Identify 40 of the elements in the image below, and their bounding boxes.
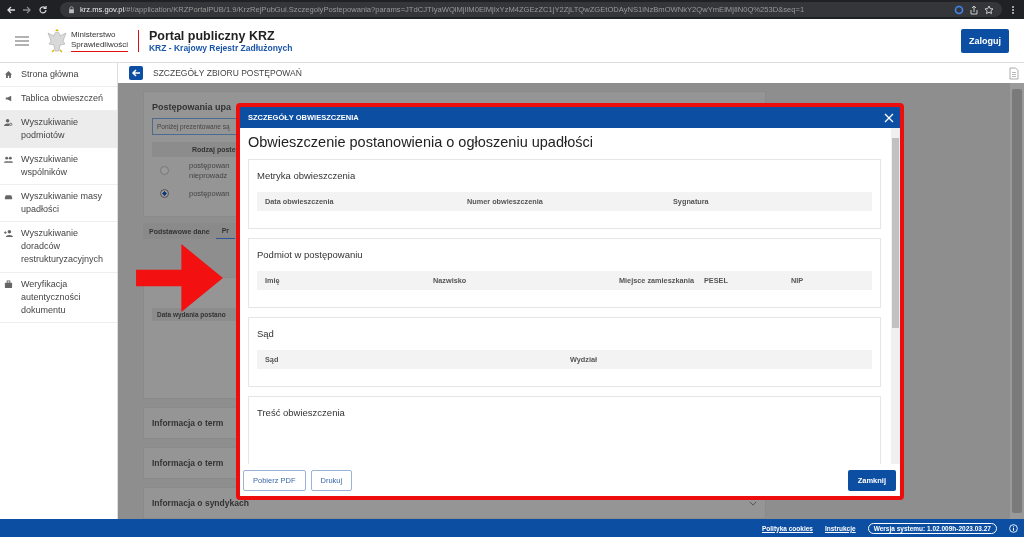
sidebar-icon: [4, 118, 13, 128]
sidebar-icon: [4, 70, 13, 79]
back-icon[interactable]: [6, 4, 16, 15]
section-title: Podmiot w postępowaniu: [257, 249, 364, 260]
sidebar-icon: [4, 155, 13, 165]
close-icon[interactable]: [884, 112, 894, 123]
dialog-title: Obwieszczenie postanowienia o ogłoszeniu upadłości: [248, 134, 594, 150]
login-button[interactable]: Zaloguj: [961, 28, 1009, 53]
sidebar-item[interactable]: Wyszukiwanie wspólników: [0, 148, 117, 186]
sidebar-item[interactable]: Weryfikacja autentyczności dokumentu: [0, 272, 117, 323]
radio-button[interactable]: [160, 166, 169, 176]
sidebar-item[interactable]: Wyszukiwanie doradców restrukturyzacyjnych: [0, 222, 117, 273]
sidebar-icon: [4, 94, 13, 104]
scrollbar[interactable]: [1010, 83, 1024, 519]
share-icon[interactable]: [969, 4, 979, 15]
sidebar-icon: [4, 279, 13, 289]
reload-icon[interactable]: [38, 4, 48, 15]
page-title: SZCZEGÓŁY ZBIORU POSTĘPOWAŃ: [153, 68, 302, 78]
sidebar-icon: [4, 192, 13, 202]
sidebar-item[interactable]: Wyszukiwanie masy upadłości: [0, 185, 117, 223]
radio-button[interactable]: [160, 188, 169, 198]
scrollbar[interactable]: [891, 128, 900, 464]
card-title: Postępowania upa: [152, 102, 232, 112]
eagle-emblem-icon: [47, 27, 67, 54]
sidebar-icon: [4, 229, 13, 239]
ministry-name: Ministerstwo: [71, 29, 117, 40]
forward-icon[interactable]: [22, 4, 32, 15]
back-button[interactable]: [129, 66, 143, 80]
ministry-name: Sprawiedliwości: [71, 39, 128, 52]
portal-subtitle: KRZ - Krajowy Rejestr Zadłużonych: [148, 42, 293, 53]
info-icon[interactable]: [1009, 523, 1018, 533]
section-title: Metryka obwieszczenia: [257, 170, 357, 181]
section-title: Treść obwieszczenia: [257, 407, 346, 418]
lock-icon: [68, 5, 75, 14]
star-icon[interactable]: [984, 4, 994, 15]
chevron-icon: [749, 500, 757, 506]
portal-title: Portal publiczny KRZ: [148, 28, 276, 43]
sidebar-item[interactable]: Strona główna: [0, 63, 117, 88]
section-title: Sąd: [257, 328, 275, 339]
sidebar-item[interactable]: Wyszukiwanie podmiotów: [0, 111, 117, 149]
